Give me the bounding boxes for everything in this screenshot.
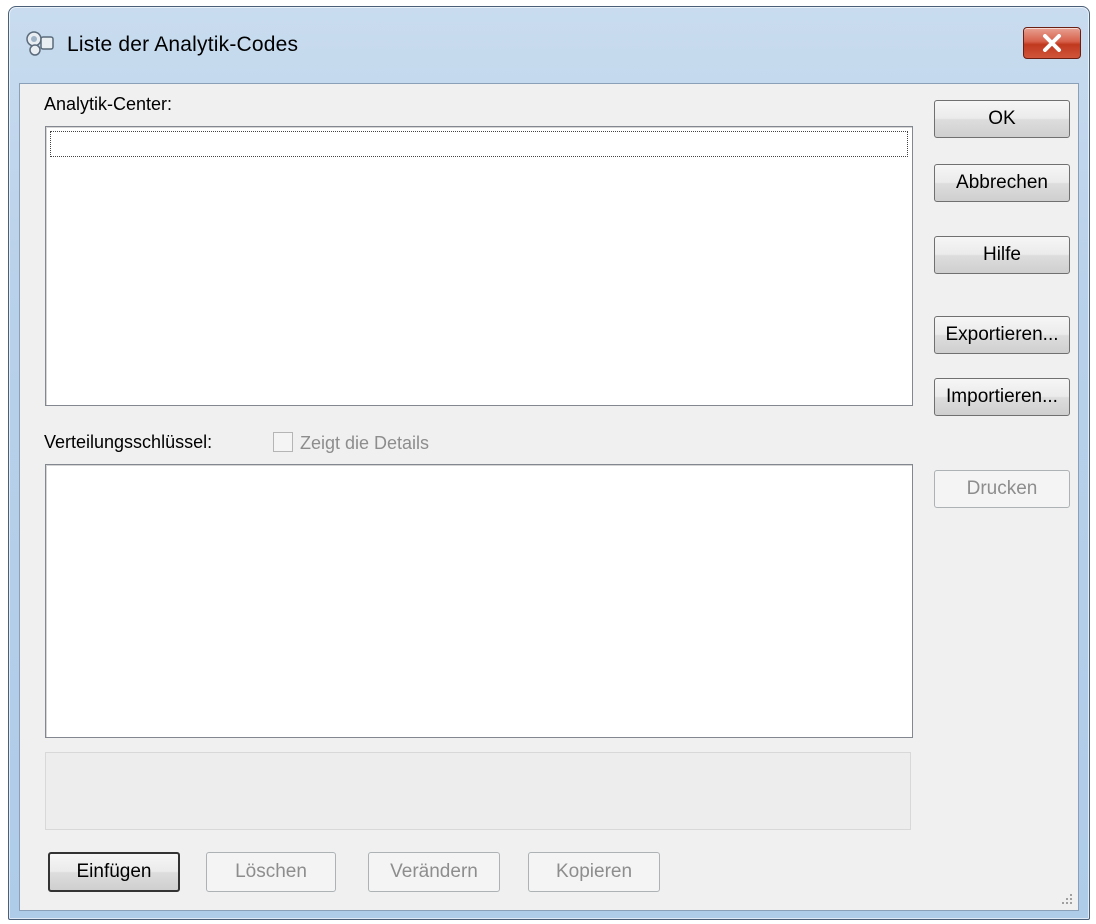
copy-button[interactable]: Kopieren <box>528 852 660 892</box>
details-checkbox[interactable] <box>273 432 293 452</box>
cancel-button[interactable]: Abbrechen <box>934 164 1070 202</box>
status-panel <box>45 752 911 830</box>
verteilungsschluessel-list[interactable] <box>45 464 913 738</box>
list-focus-row[interactable] <box>50 131 908 157</box>
resize-grip-icon[interactable] <box>1060 892 1074 906</box>
delete-button[interactable]: Löschen <box>206 852 336 892</box>
close-icon <box>1043 34 1061 52</box>
window-title: Liste der Analytik-Codes <box>67 33 299 56</box>
import-button[interactable]: Importieren... <box>934 378 1070 416</box>
analytik-center-label: Analytik-Center: <box>44 94 173 114</box>
help-button[interactable]: Hilfe <box>934 236 1070 274</box>
export-button[interactable]: Exportieren... <box>934 316 1070 354</box>
ok-button[interactable]: OK <box>934 100 1070 138</box>
print-button[interactable]: Drucken <box>934 470 1070 508</box>
insert-button[interactable]: Einfügen <box>48 852 180 892</box>
dialog-client-area: Analytik-Center: Verteilungsschlüssel: Z… <box>19 83 1079 911</box>
close-button[interactable] <box>1023 27 1081 59</box>
verteilungsschluessel-label: Verteilungsschlüssel: <box>44 432 213 452</box>
analytics-app-icon <box>26 31 54 56</box>
analytik-center-list[interactable] <box>45 126 913 406</box>
details-checkbox-label: Zeigt die Details <box>300 433 430 453</box>
title-bar[interactable]: Liste der Analytik-Codes <box>9 7 1089 83</box>
dialog-window: Liste der Analytik-Codes Analytik-Center… <box>8 6 1090 920</box>
modify-button[interactable]: Verändern <box>368 852 500 892</box>
